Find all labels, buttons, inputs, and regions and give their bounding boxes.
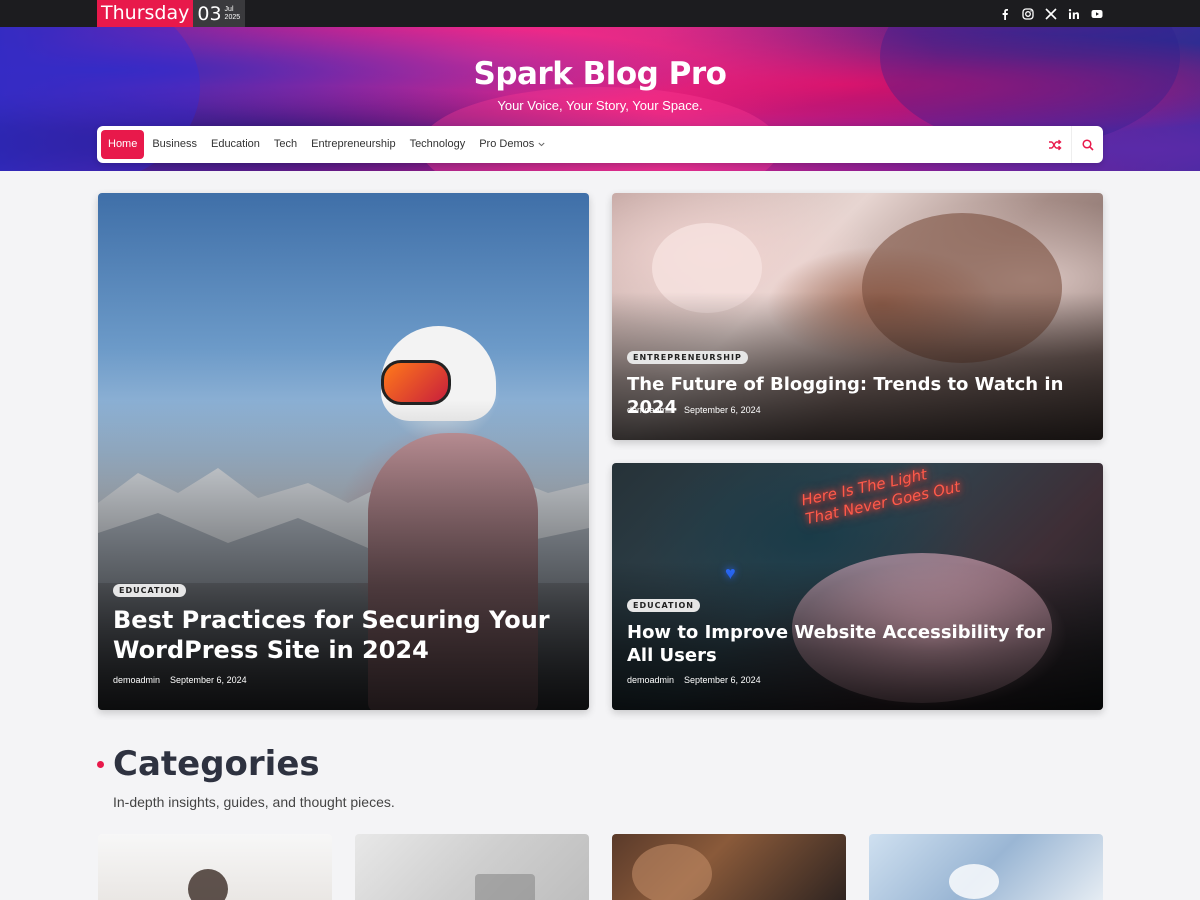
date-display: Thursday 03 Jul 2025 — [97, 0, 246, 27]
post-title[interactable]: How to Improve Website Accessibility for… — [627, 621, 1067, 667]
x-icon[interactable] — [1045, 7, 1057, 20]
featured-post-main[interactable]: EDUCATION Best Practices for Securing Yo… — [98, 193, 589, 710]
nav-item-education[interactable]: Education — [204, 130, 267, 159]
site-tagline: Your Voice, Your Story, Your Space. — [497, 98, 703, 113]
nav-item-pro-demos[interactable]: Pro Demos — [472, 130, 552, 159]
neon-sign: Here Is The Light That Never Goes Out — [800, 463, 962, 529]
instagram-icon[interactable] — [1022, 7, 1034, 20]
nav-item-tech[interactable]: Tech — [267, 130, 304, 159]
section-title: Categories — [113, 744, 320, 784]
date-year: 2025 — [224, 13, 241, 21]
category-card[interactable] — [869, 834, 1103, 900]
search-button[interactable] — [1071, 126, 1103, 163]
main-navigation: Home Business Education Tech Entrepreneu… — [97, 126, 1103, 163]
shuffle-icon — [1049, 139, 1062, 150]
post-title[interactable]: Best Practices for Securing Your WordPre… — [113, 605, 553, 665]
category-badge[interactable]: EDUCATION — [113, 584, 186, 597]
social-links — [999, 0, 1103, 27]
featured-post-side-1[interactable]: ENTREPRENEURSHIP The Future of Blogging:… — [612, 193, 1103, 440]
post-date: September 6, 2024 — [684, 405, 761, 415]
top-bar: Thursday 03 Jul 2025 — [0, 0, 1200, 27]
date-month-year: Jul 2025 — [225, 6, 241, 22]
post-meta: demoadmin September 6, 2024 — [113, 675, 247, 685]
post-author[interactable]: demoadmin — [627, 675, 674, 685]
post-image — [949, 864, 999, 899]
linkedin-icon[interactable] — [1068, 8, 1080, 20]
date-number: 03 Jul 2025 — [193, 0, 246, 27]
post-image — [475, 874, 535, 900]
post-image — [632, 844, 712, 900]
category-badge[interactable]: ENTREPRENEURSHIP — [627, 351, 748, 364]
youtube-icon[interactable] — [1091, 8, 1103, 20]
category-badge[interactable]: EDUCATION — [627, 599, 700, 612]
search-icon — [1081, 138, 1094, 151]
random-post-button[interactable] — [1039, 126, 1071, 163]
nav-item-business[interactable]: Business — [145, 130, 204, 159]
neon-sign-text: Here Is The Light That Never Goes Out — [799, 465, 962, 529]
facebook-icon[interactable] — [999, 8, 1011, 20]
date-day-name: Thursday — [97, 0, 194, 27]
nav-item-entrepreneurship[interactable]: Entrepreneurship — [304, 130, 402, 159]
post-date: September 6, 2024 — [170, 675, 247, 685]
chevron-down-icon — [538, 142, 545, 147]
post-meta: demoadmin September 6, 2024 — [627, 675, 761, 685]
category-card[interactable] — [612, 834, 846, 900]
post-image — [188, 869, 228, 900]
post-author[interactable]: demoadmin — [627, 405, 674, 415]
date-month: Jul — [224, 5, 234, 13]
post-image-goggles — [381, 360, 451, 405]
section-bullet — [97, 761, 104, 768]
nav-item-home[interactable]: Home — [101, 130, 145, 159]
post-author[interactable]: demoadmin — [113, 675, 160, 685]
category-card[interactable] — [98, 834, 332, 900]
nav-item-technology[interactable]: Technology — [403, 130, 473, 159]
post-date: September 6, 2024 — [684, 675, 761, 685]
featured-post-side-2[interactable]: Here Is The LightThat Never Goes Out ♥ E… — [612, 463, 1103, 710]
nav-item-pro-demos-label: Pro Demos — [479, 138, 535, 150]
date-day: 03 — [197, 2, 222, 25]
post-meta: demoadmin September 6, 2024 — [627, 405, 761, 415]
category-card[interactable] — [355, 834, 589, 900]
section-subtitle: In-depth insights, guides, and thought p… — [113, 794, 395, 810]
site-title[interactable]: Spark Blog Pro — [0, 56, 1200, 92]
